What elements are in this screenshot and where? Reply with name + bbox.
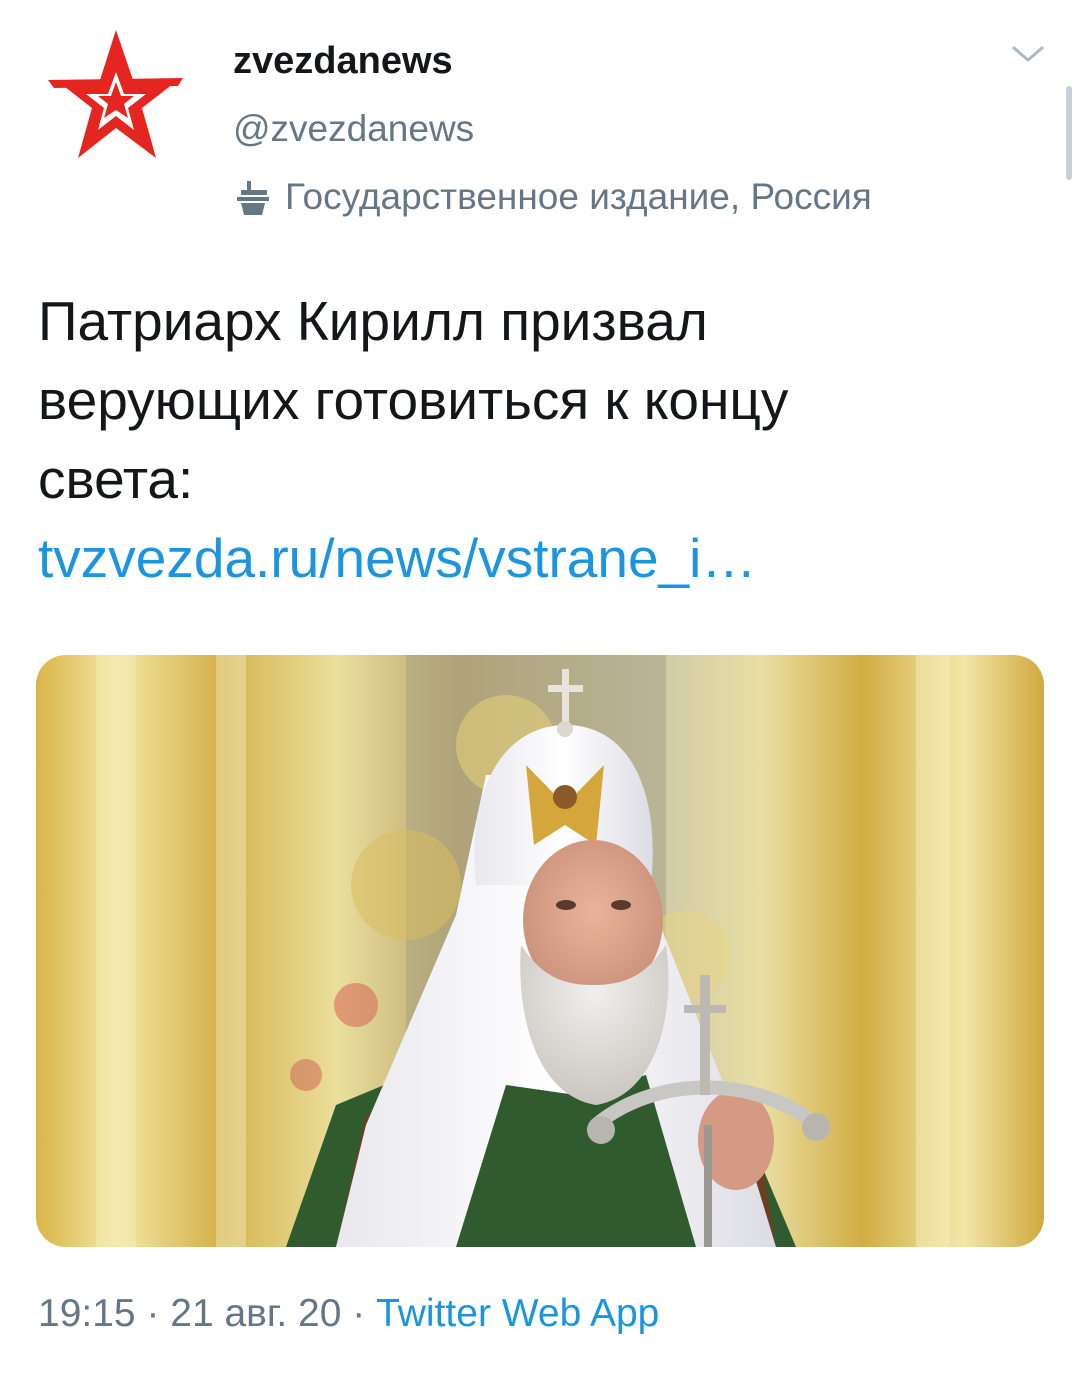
meta-separator: · bbox=[135, 1292, 171, 1335]
podium-icon bbox=[237, 181, 269, 215]
tweet-photo[interactable] bbox=[36, 655, 1044, 1247]
tweet-time[interactable]: 19:15 bbox=[38, 1292, 136, 1335]
state-media-label-text: Государственное издание, Россия bbox=[285, 176, 872, 217]
tweet-text: Патриарх Кирилл призвал верующих готовит… bbox=[38, 282, 1038, 598]
scrollbar-thumb[interactable] bbox=[1066, 86, 1072, 180]
tweet[interactable]: zvezdanews @zvezdanews Государственное и… bbox=[0, 0, 1076, 1373]
tweet-text-line: Патриарх Кирилл призвал bbox=[38, 290, 708, 352]
tweet-source-link[interactable]: Twitter Web App bbox=[376, 1292, 659, 1335]
display-name[interactable]: zvezdanews bbox=[233, 36, 1013, 86]
avatar[interactable] bbox=[38, 20, 193, 180]
meta-separator: · bbox=[341, 1292, 377, 1335]
photo-illustration bbox=[36, 655, 1044, 1247]
tweet-text-line: верующих готовиться к концу bbox=[38, 369, 789, 431]
red-star-icon bbox=[48, 30, 183, 158]
state-media-label[interactable]: Государственное издание, Россия bbox=[233, 173, 1013, 221]
tweet-meta: 19:15 · 21 авг. 20 · Twitter Web App bbox=[38, 1289, 659, 1339]
chevron-down-icon[interactable] bbox=[1010, 42, 1046, 66]
user-handle[interactable]: @zvezdanews bbox=[233, 105, 1013, 153]
tweet-link[interactable]: tvzvezda.ru/news/vstrane_i… bbox=[38, 519, 1038, 598]
tweet-date[interactable]: 21 авг. 20 bbox=[170, 1292, 341, 1335]
tweet-text-line: света: bbox=[38, 448, 194, 510]
tweet-header: zvezdanews @zvezdanews Государственное и… bbox=[233, 36, 1013, 221]
